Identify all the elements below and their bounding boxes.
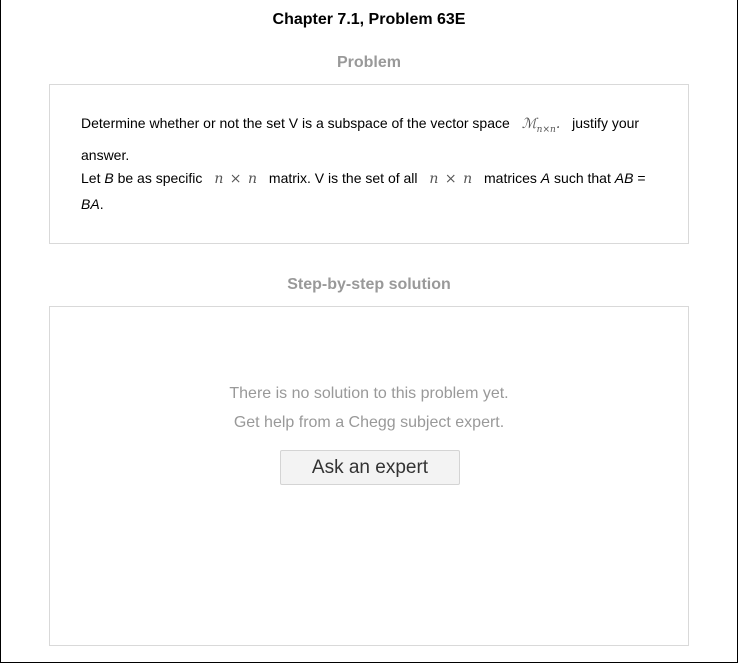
- product-BA: BA: [81, 196, 100, 212]
- times-symbol: ×: [444, 171, 457, 187]
- matrix-A-label: A: [540, 170, 551, 186]
- matrix-space-symbol: ℳn×n.: [514, 116, 569, 135]
- solution-box: There is no solution to this problem yet…: [49, 306, 689, 646]
- p2-mid4: such that: [554, 170, 611, 186]
- p2-mid1: be as specific: [117, 170, 203, 186]
- n-by-n-symbol-1: n × n: [206, 171, 265, 187]
- page-title: Chapter 7.1, Problem 63E: [272, 11, 466, 28]
- times-symbol: ×: [229, 171, 242, 187]
- problem-box: Determine whether or not the set V is a …: [49, 84, 689, 244]
- ask-expert-button[interactable]: Ask an expert: [280, 450, 460, 485]
- n-symbol: n: [214, 171, 224, 187]
- problem-paragraph-1: Determine whether or not the set V is a …: [81, 111, 671, 168]
- matrix-space-dot: .: [555, 116, 561, 132]
- problem-paragraph-2: Let B be as specific n × n matrix. V is …: [81, 166, 671, 217]
- equals-sign: =: [637, 170, 646, 186]
- p2-start: Let: [81, 170, 101, 186]
- product-AB: AB: [614, 170, 634, 186]
- no-solution-message: There is no solution to this problem yet…: [229, 385, 509, 402]
- problem-text-1: Determine whether or not the set V is a …: [81, 115, 510, 131]
- n-symbol: n: [429, 171, 439, 187]
- n-symbol: n: [247, 171, 258, 187]
- matrix-B-label: B: [104, 170, 114, 186]
- n-by-n-symbol-2: n × n: [421, 171, 480, 187]
- matrix-space-base: ℳ: [521, 116, 537, 132]
- matrix-space-subscript: n×n: [536, 125, 556, 135]
- n-symbol: n: [463, 171, 473, 187]
- problem-heading: Problem: [336, 54, 401, 71]
- p2-mid3: matrices: [484, 170, 537, 186]
- expert-help-message: Get help from a Chegg subject expert.: [233, 414, 505, 431]
- solution-heading: Step-by-step solution: [287, 276, 451, 293]
- p2-end: .: [99, 196, 104, 212]
- p2-mid2: matrix. V is the set of all: [268, 170, 418, 186]
